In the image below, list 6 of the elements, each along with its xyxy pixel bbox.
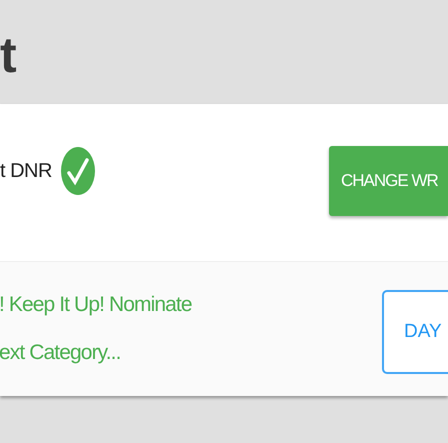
message-line: ! Keep It Up! Nominate xyxy=(0,292,192,318)
page-heading: t xyxy=(0,30,17,80)
change-button[interactable]: CHANGE WR xyxy=(329,146,448,216)
message-line: ext Category... xyxy=(0,340,121,366)
day-button[interactable]: DAY xyxy=(382,290,448,374)
status-label: t DNR xyxy=(0,160,52,182)
